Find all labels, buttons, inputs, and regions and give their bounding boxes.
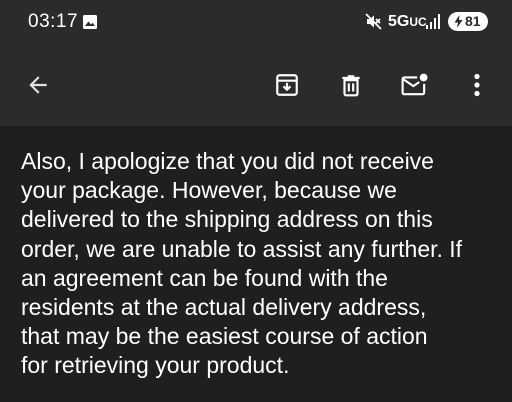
archive-icon xyxy=(276,74,298,96)
message-body: Also, I apologize that you did not recei… xyxy=(21,148,463,379)
battery-level: 81 xyxy=(465,13,481,29)
mute-icon xyxy=(365,13,382,30)
status-time: 03:17 xyxy=(28,11,79,32)
back-arrow-icon xyxy=(29,76,47,94)
more-options-button[interactable] xyxy=(453,44,501,126)
toolbar xyxy=(0,44,512,126)
signal-icon xyxy=(426,14,440,29)
gallery-icon xyxy=(83,15,97,29)
delete-button[interactable] xyxy=(327,44,375,126)
mark-unread-button[interactable] xyxy=(391,44,439,126)
message-content: Also, I apologize that you did not recei… xyxy=(0,126,512,402)
archive-button[interactable] xyxy=(263,44,311,126)
mark-unread-icon xyxy=(401,73,428,96)
battery-icon: 81 xyxy=(448,12,488,31)
bolt-icon xyxy=(454,15,463,28)
more-vert-icon xyxy=(474,73,480,97)
delete-icon xyxy=(342,75,360,97)
status-bar: 03:17 5GUC 81 xyxy=(0,0,512,44)
network-indicator: 5GUC xyxy=(388,13,427,30)
back-button[interactable] xyxy=(14,44,62,126)
